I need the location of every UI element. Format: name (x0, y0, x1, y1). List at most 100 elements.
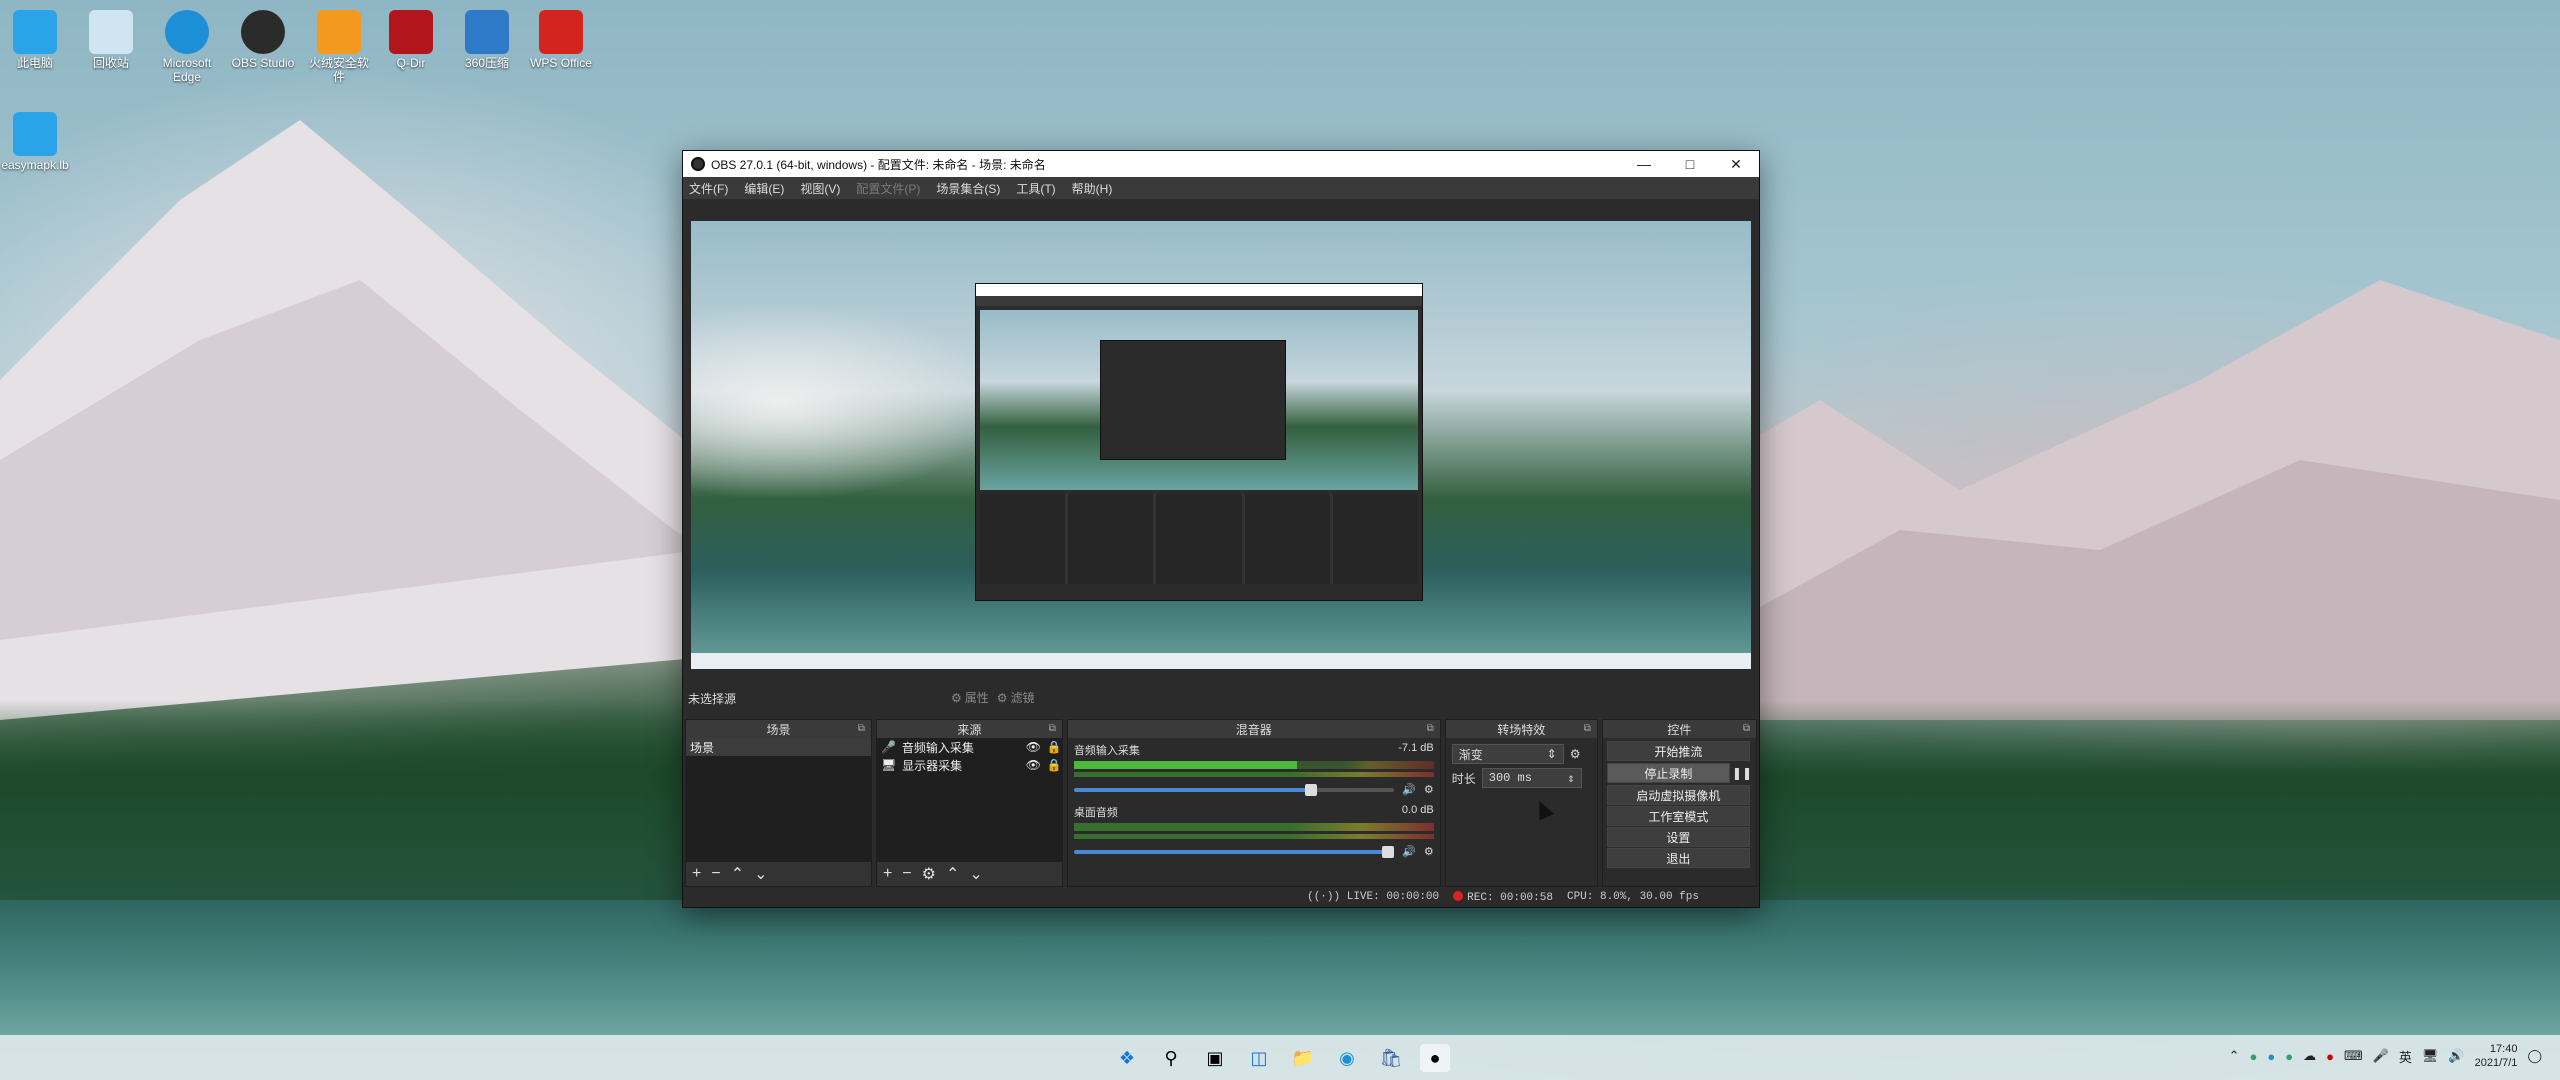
volume-meter (1073, 772, 1434, 777)
move-scene-down-button[interactable]: ⌄ (754, 864, 767, 884)
nested-obs-preview (975, 283, 1423, 601)
tray-app-icon[interactable]: ● (2326, 1049, 2334, 1064)
desktop-icon-recycle-bin[interactable]: 回收站 (76, 6, 146, 70)
minimize-button[interactable]: — (1621, 151, 1667, 177)
filters-button[interactable]: ⚙ 滤镜 (997, 689, 1035, 706)
keyboard-icon[interactable]: ⌨ (2344, 1048, 2363, 1064)
popout-icon[interactable]: ⧉ (1427, 723, 1434, 734)
edge-icon[interactable]: ● (2267, 1049, 2275, 1064)
desktop-icon-easymap[interactable]: easymapk.lb (0, 108, 70, 172)
menu-view[interactable]: 视图(V) (800, 180, 840, 197)
chevron-up-icon[interactable]: ⌃ (2229, 1048, 2240, 1064)
volume-slider[interactable] (1073, 783, 1395, 796)
wps-icon (539, 10, 583, 54)
add-source-button[interactable]: + (883, 865, 892, 883)
widgets-icon[interactable]: ◫ (1244, 1044, 1274, 1072)
eye-icon[interactable]: 👁 (1026, 758, 1041, 772)
exit-button[interactable]: 退出 (1606, 848, 1750, 868)
taskbar-apps: ❖ ⚲ ▣ ◫ 📁 ◉ 🛍 ● (1112, 1044, 1450, 1072)
popout-icon[interactable]: ⧉ (1584, 723, 1591, 734)
source-toolbar: 未选择源 ⚙ 属性 ⚙ 滤镜 (683, 686, 1759, 710)
source-properties-button[interactable]: ⚙ (922, 864, 936, 884)
popout-icon[interactable]: ⧉ (1743, 723, 1750, 734)
remove-source-button[interactable]: − (902, 865, 911, 883)
file-explorer-icon[interactable]: 📁 (1288, 1044, 1318, 1072)
status-bar: ((·)) LIVE: 00:00:00 REC: 00:00:58 CPU: … (683, 887, 1759, 907)
desktop-icon-360zip[interactable]: 360压缩 (452, 6, 522, 70)
source-item-display-capture[interactable]: 🖥 显示器采集 👁 🔒 (877, 756, 1062, 774)
duration-spinbox[interactable]: 300 ms ⇕ (1481, 768, 1582, 788)
monitor-icon[interactable]: 🖥 (2422, 1048, 2439, 1064)
clock-time: 17:40 (2489, 1043, 2518, 1055)
scene-item[interactable]: 场景 (686, 738, 871, 756)
record-icon (1453, 890, 1464, 901)
preview-canvas[interactable] (691, 221, 1751, 669)
popout-icon[interactable]: ⧉ (1049, 723, 1056, 734)
settings-button[interactable]: 设置 (1606, 827, 1750, 847)
menu-tools[interactable]: 工具(T) (1016, 180, 1055, 197)
controls-dock: 控件 ⧉ 开始推流 停止录制 ❚❚ 启动虚拟摄像机 工作室模式 设置 退出 (1601, 719, 1757, 887)
move-scene-up-button[interactable]: ⌃ (731, 864, 744, 884)
studio-mode-button[interactable]: 工作室模式 (1606, 806, 1750, 826)
maximize-button[interactable]: □ (1667, 151, 1713, 177)
menu-edit[interactable]: 编辑(E) (744, 180, 784, 197)
slider-handle[interactable] (1304, 783, 1317, 796)
move-source-up-button[interactable]: ⌃ (946, 864, 959, 884)
desktop-icon-this-pc[interactable]: 此电脑 (0, 6, 70, 70)
microphone-icon[interactable]: 🎤 (2373, 1048, 2389, 1064)
speaker-icon[interactable]: 🔊 (1402, 845, 1416, 858)
menu-help[interactable]: 帮助(H) (1072, 180, 1113, 197)
sources-list: 🎤 音频输入采集 👁 🔒 🖥 显示器采集 👁 🔒 (876, 738, 1062, 862)
gear-icon[interactable]: ⚙ (1424, 845, 1434, 858)
start-virtual-camera-button[interactable]: 启动虚拟摄像机 (1606, 785, 1750, 805)
volume-meter (1073, 761, 1434, 769)
desktop-icon-wps[interactable]: WPS Office (526, 6, 596, 70)
desktop-icon-edge[interactable]: Microsoft Edge (152, 6, 222, 84)
cpu-status: CPU: 8.0%, 30.00 fps (1566, 891, 1699, 903)
obs-icon[interactable]: ● (1420, 1044, 1450, 1072)
add-scene-button[interactable]: + (692, 865, 701, 883)
desktop-icon-huorong[interactable]: 火绒安全软件 (304, 6, 374, 84)
source-item-audio-input[interactable]: 🎤 音频输入采集 👁 🔒 (877, 738, 1062, 756)
lock-icon[interactable]: 🔒 (1047, 758, 1062, 772)
transitions-header: 转场特效 (1497, 722, 1546, 737)
start-streaming-button[interactable]: 开始推流 (1606, 741, 1750, 761)
close-button[interactable]: ✕ (1713, 151, 1759, 177)
remove-scene-button[interactable]: − (711, 865, 720, 883)
search-icon[interactable]: ⚲ (1156, 1044, 1186, 1072)
desktop-icon-obs[interactable]: OBS Studio (228, 6, 298, 70)
notification-icon[interactable]: ◯ (2527, 1048, 2542, 1064)
taskbar: ❖ ⚲ ▣ ◫ 📁 ◉ 🛍 ● ⌃ ● ● ● ☁ ● ⌨ 🎤 英 🖥 🔊 17… (0, 1035, 2560, 1080)
cloud-icon[interactable]: ☁ (2303, 1048, 2316, 1064)
pause-icon[interactable]: ❚❚ (1732, 766, 1752, 780)
menu-scene-collection[interactable]: 场景集合(S) (936, 180, 1000, 197)
popout-icon[interactable]: ⧉ (858, 723, 865, 734)
start-button[interactable]: ❖ (1112, 1044, 1142, 1072)
speaker-icon[interactable]: 🔊 (1402, 783, 1416, 796)
task-view-icon[interactable]: ▣ (1200, 1044, 1230, 1072)
stop-recording-button[interactable]: 停止录制 (1606, 763, 1730, 783)
gear-icon[interactable]: ⚙ (1570, 747, 1581, 761)
slider-handle[interactable] (1381, 845, 1394, 858)
menu-file[interactable]: 文件(F) (689, 180, 728, 197)
ime-indicator[interactable]: 英 (2399, 1047, 2412, 1066)
desktop-icon-qdir[interactable]: Q-Dir (376, 6, 446, 70)
eye-icon[interactable]: 👁 (1026, 740, 1041, 754)
channel-db: 0.0 dB (1401, 804, 1434, 816)
move-source-down-button[interactable]: ⌄ (969, 864, 982, 884)
properties-button[interactable]: ⚙ 属性 (951, 689, 989, 706)
store-icon[interactable]: 🛍 (1376, 1044, 1406, 1072)
tray-app-icon[interactable]: ● (2250, 1049, 2258, 1064)
transition-select[interactable]: 渐变 ⇕ (1451, 744, 1564, 764)
chevron-down-icon: ⇕ (1546, 747, 1557, 761)
volume-slider[interactable] (1073, 845, 1395, 858)
title-bar: OBS 27.0.1 (64-bit, windows) - 配置文件: 未命名… (683, 151, 1759, 177)
edge-icon[interactable]: ◉ (1332, 1044, 1362, 1072)
wechat-icon[interactable]: ● (2285, 1049, 2293, 1064)
mixer-dock: 混音器 ⧉ 音频输入采集 -7.1 dB 🔊 ⚙ 桌面音频 0.0 dB 🔊 ⚙ (1066, 719, 1441, 887)
lock-icon[interactable]: 🔒 (1047, 740, 1062, 754)
clock[interactable]: 17:40 2021/7/1 (2475, 1042, 2518, 1070)
window-title: OBS 27.0.1 (64-bit, windows) - 配置文件: 未命名… (711, 157, 1046, 172)
speaker-icon[interactable]: 🔊 (2448, 1048, 2464, 1064)
gear-icon[interactable]: ⚙ (1424, 783, 1434, 796)
